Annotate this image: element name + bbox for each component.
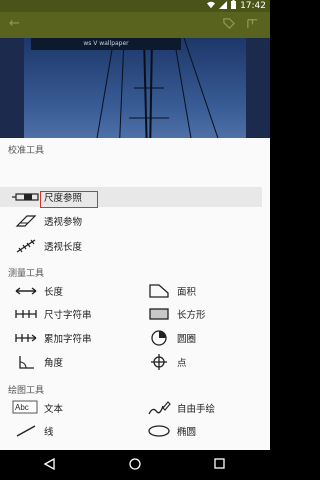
tool-rectangle-label: 长方形 xyxy=(177,310,206,321)
length-icon xyxy=(12,282,40,300)
tool-cumulative-string[interactable]: 累加字符串 xyxy=(12,328,92,348)
text-icon: Abc xyxy=(12,399,40,417)
tool-text-label: 文本 xyxy=(44,404,64,415)
tools-icon[interactable] xyxy=(246,17,259,34)
tool-rectangle[interactable]: 长方形 xyxy=(145,304,206,324)
signal-icon xyxy=(219,0,228,12)
nav-back-icon[interactable] xyxy=(43,457,55,474)
back-arrow-icon[interactable]: ← xyxy=(9,17,20,31)
tool-circle-label: 圆圈 xyxy=(177,334,197,345)
status-icons: 17:42 xyxy=(207,0,266,12)
tool-cumulative-string-label: 累加字符串 xyxy=(44,334,92,345)
section-draw-title: 绘图工具 xyxy=(8,386,45,396)
system-nav-bar xyxy=(0,450,270,480)
tool-dimension-string[interactable]: 尺寸字符串 xyxy=(12,304,92,324)
area-icon xyxy=(145,282,173,300)
tool-angle-label: 角度 xyxy=(44,358,64,369)
tool-area[interactable]: 面积 xyxy=(145,281,196,301)
tool-length-label: 长度 xyxy=(44,287,64,298)
freehand-icon xyxy=(145,399,173,417)
tool-angle[interactable]: 角度 xyxy=(12,352,63,372)
status-time: 17:42 xyxy=(240,1,266,11)
angle-icon xyxy=(12,353,40,371)
nav-home-icon[interactable] xyxy=(129,458,141,474)
text-icon-glyph: Abc xyxy=(15,403,29,412)
ellipse-icon xyxy=(145,422,173,440)
app-bar: ← xyxy=(0,12,270,38)
perspective-object-icon xyxy=(12,212,40,230)
photo-caption: ws V wallpaper xyxy=(31,38,181,50)
tool-perspective-length[interactable]: 透视长度 xyxy=(12,236,82,256)
tool-text[interactable]: Abc 文本 xyxy=(12,398,63,418)
section-measure-title: 测量工具 xyxy=(8,269,45,279)
tool-ellipse-label: 椭圆 xyxy=(177,427,197,438)
tool-point[interactable]: 点 xyxy=(145,352,187,372)
battery-icon xyxy=(231,0,237,12)
tag-icon[interactable] xyxy=(222,17,235,34)
wifi-icon xyxy=(207,1,216,12)
tool-freehand[interactable]: 自由手绘 xyxy=(145,398,215,418)
section-calibration-title: 校准工具 xyxy=(8,146,45,156)
tool-freehand-label: 自由手绘 xyxy=(177,404,216,415)
perspective-length-icon xyxy=(12,237,40,255)
tool-length[interactable]: 长度 xyxy=(12,281,63,301)
rectangle-icon xyxy=(145,305,173,323)
tool-perspective-object-label: 透视参物 xyxy=(44,217,83,228)
tool-circle[interactable]: 圆圈 xyxy=(145,328,196,348)
tool-dimension-string-label: 尺寸字符串 xyxy=(44,310,92,321)
tool-perspective-length-label: 透视长度 xyxy=(44,242,83,253)
selected-highlight-box xyxy=(40,191,98,208)
circle-measure-icon xyxy=(145,329,173,347)
ruler-reference-icon xyxy=(12,188,40,206)
tool-area-label: 面积 xyxy=(177,287,197,298)
tool-point-label: 点 xyxy=(177,358,187,369)
cumulative-string-icon xyxy=(12,329,40,347)
tool-line[interactable]: 线 xyxy=(12,421,54,441)
tool-ellipse[interactable]: 椭圆 xyxy=(145,421,196,441)
tool-perspective-object[interactable]: 透视参物 xyxy=(12,211,82,231)
tool-line-label: 线 xyxy=(44,427,54,438)
nav-recents-icon[interactable] xyxy=(214,458,225,473)
point-icon xyxy=(145,353,173,371)
line-icon xyxy=(12,422,40,440)
dimension-string-icon xyxy=(12,305,40,323)
status-bar: 17:42 xyxy=(0,0,270,12)
